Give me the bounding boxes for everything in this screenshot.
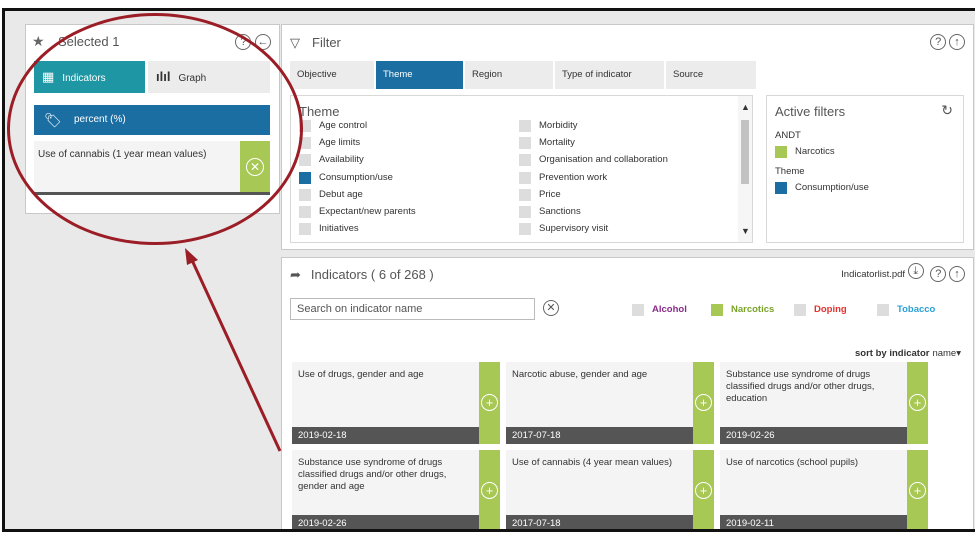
annotation-arrow [185,248,282,452]
app-frame: ★ Selected 1 ? ← ▦ Indicators ılıl Graph 🏷… [2,8,975,532]
